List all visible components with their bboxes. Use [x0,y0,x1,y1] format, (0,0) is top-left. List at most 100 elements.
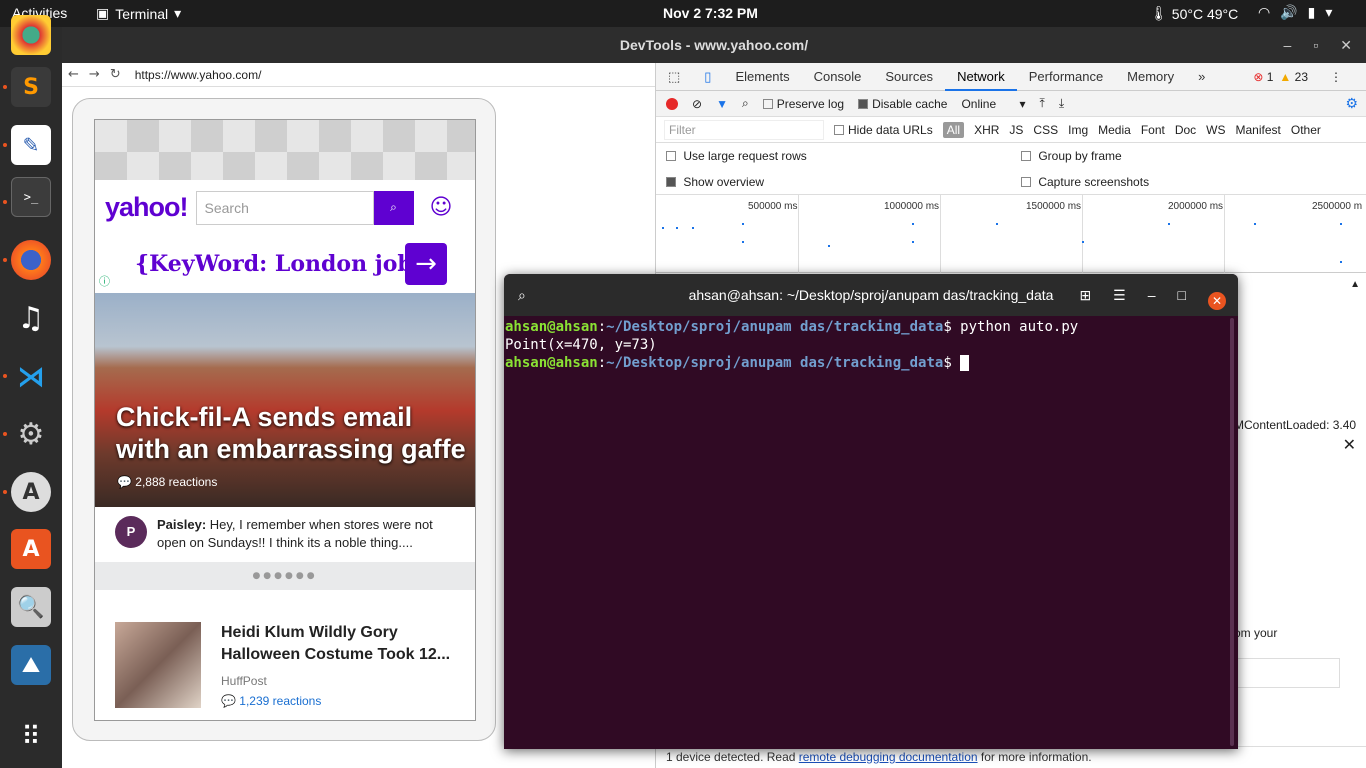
terminal-icon[interactable]: >_ [11,177,51,217]
story-item[interactable]: Heidi Klum Wildly Gory Halloween Costume… [95,590,475,708]
terminal-titlebar[interactable]: ⌕ ahsan@ahsan: ~/Desktop/sproj/anupam da… [504,274,1238,316]
comment-preview[interactable]: P Paisley: Hey, I remember when stores w… [95,507,475,562]
tab-performance[interactable]: Performance [1017,63,1115,91]
search-icon[interactable]: ⌕ [518,274,526,316]
search-icon[interactable]: ⌕ [742,96,749,111]
show-applications-icon[interactable]: ⠿ [11,717,51,757]
capture-screenshots-checkbox[interactable]: Capture screenshots [1021,175,1149,189]
import-har-icon[interactable]: ⤒ [1040,96,1045,111]
software-updater-icon[interactable]: A [11,472,51,512]
ad-banner[interactable]: {KeyWord: London jobs} → ⓘ [99,235,455,293]
hero-title[interactable]: Chick-fil-A sends email with an embarras… [116,401,466,465]
kebab-menu-icon[interactable]: ⋮ [1330,70,1342,84]
type-filter-img[interactable]: Img [1068,123,1088,137]
hero-story[interactable]: Chick-fil-A sends email with an embarras… [95,293,475,507]
type-filter-js[interactable]: JS [1009,123,1023,137]
search-button[interactable]: ⌕ [373,190,414,225]
back-arrow-icon[interactable]: ← [68,67,79,82]
image-viewer-icon[interactable]: ⛰ [11,645,51,685]
hamburger-menu-icon[interactable]: ☰ [1113,274,1126,316]
inspect-element-icon[interactable]: ⬚ [656,63,692,91]
more-tabs-icon[interactable]: » [1186,63,1217,91]
tab-console[interactable]: Console [802,63,874,91]
carousel-dots[interactable]: ●●●●●● [95,562,475,590]
arrow-right-icon[interactable]: → [405,243,447,285]
url-input[interactable]: https://www.yahoo.com/ [135,68,262,82]
terminal-output[interactable]: ahsan@ahsan:~/Desktop/sproj/anupam das/t… [504,316,1238,374]
error-count[interactable]: ⊗ 1 [1253,70,1273,84]
tab-elements[interactable]: Elements [723,63,801,91]
new-tab-icon[interactable]: ⊞ [1079,274,1091,316]
window-titlebar[interactable]: DevTools - www.yahoo.com/ – ▫ ✕ [62,27,1366,63]
close-drawer-icon[interactable]: ✕ [1343,435,1356,455]
hero-reactions[interactable]: 💬 2,888 reactions [117,475,217,489]
type-filter-ws[interactable]: WS [1206,123,1225,137]
throttle-select[interactable]: Online ▾ [961,97,1025,111]
firefox-icon[interactable] [11,240,51,280]
type-filter-all[interactable]: All [942,121,965,138]
export-har-icon[interactable]: ⤓ [1059,96,1064,111]
maximize-icon[interactable]: ▫ [1313,27,1318,63]
type-filter-xhr[interactable]: XHR [974,123,999,137]
type-filter-other[interactable]: Other [1291,123,1321,137]
yahoo-search-input[interactable]: Search [195,190,374,225]
temperature-indicator[interactable]: 🌡 50°C 49°C [1150,5,1238,22]
network-overview-timeline[interactable]: 500000 ms 1000000 ms 1500000 ms 2000000 … [656,195,1366,273]
terminal-window[interactable]: ⌕ ahsan@ahsan: ~/Desktop/sproj/anupam da… [504,274,1238,749]
tab-network[interactable]: Network [945,63,1017,91]
large-rows-checkbox[interactable]: Use large request rows [666,149,807,163]
vscode-icon[interactable]: ⋊ [11,356,51,396]
text-editor-icon[interactable]: ✎ [11,125,51,165]
type-filter-doc[interactable]: Doc [1175,123,1196,137]
drawer-input[interactable] [1234,658,1340,688]
terminal-scrollbar[interactable] [1230,318,1234,746]
group-by-frame-checkbox[interactable]: Group by frame [1021,149,1122,163]
ad-info-icon[interactable]: ⓘ [99,273,110,289]
close-icon[interactable]: ✕ [1340,27,1352,63]
tab-sources[interactable]: Sources [873,63,945,91]
type-filter-css[interactable]: CSS [1033,123,1058,137]
scroll-up-icon[interactable]: ▲ [1350,279,1360,290]
show-overview-checkbox[interactable]: Show overview [666,175,764,189]
reload-icon[interactable]: ↻ [110,67,121,82]
type-filter-manifest[interactable]: Manifest [1236,123,1281,137]
app-menu[interactable]: ▣ Terminal ▾ [96,5,181,22]
network-settings-gear-icon[interactable]: ⚙ [1345,95,1358,112]
device-screen[interactable]: yahoo! Search ⌕ ☺ {KeyWord: London jobs}… [94,119,476,721]
type-filter-media[interactable]: Media [1098,123,1131,137]
tab-memory[interactable]: Memory [1115,63,1186,91]
remote-debugging-link[interactable]: remote debugging documentation [799,750,978,764]
chrome-icon[interactable] [11,15,51,55]
yahoo-logo[interactable]: yahoo! [105,192,189,223]
settings-gear-icon[interactable]: ⚙ [11,414,51,454]
hide-data-urls-checkbox[interactable]: Hide data URLs [834,123,933,137]
maximize-icon[interactable]: □ [1178,274,1186,316]
type-filter-font[interactable]: Font [1141,123,1165,137]
warning-count[interactable]: ▲ 23 [1279,70,1308,84]
sublime-text-icon[interactable]: S [11,67,51,107]
devtools-status-bar: 1 device detected. Read remote debugging… [656,746,1366,768]
battery-icon: ▮ [1307,4,1316,20]
record-icon[interactable] [666,97,678,110]
user-profile-icon[interactable]: ☺ [430,195,453,220]
minimize-icon[interactable]: – [1284,27,1292,63]
system-tray[interactable]: ◠ 🔊 ▮ ▾ [1258,4,1332,21]
music-icon[interactable]: ♫ [11,298,51,338]
story-reactions[interactable]: 💬 1,239 reactions [221,694,455,708]
filter-icon[interactable]: ▼ [716,97,728,111]
disable-cache-checkbox[interactable]: Disable cache [858,97,947,111]
ubuntu-software-icon[interactable]: A [11,529,51,569]
preserve-log-checkbox[interactable]: Preserve log [762,97,844,111]
story-thumbnail[interactable] [115,622,201,708]
chevron-down-icon: ▾ [1325,4,1333,20]
checkbox-unchecked [666,151,676,161]
forward-arrow-icon[interactable]: → [89,67,100,82]
device-toolbar-icon[interactable]: ▯ [692,63,723,91]
screenshot-search-icon[interactable]: 🔍 [11,587,51,627]
story-title[interactable]: Heidi Klum Wildly Gory Halloween Costume… [221,622,455,666]
filter-input[interactable]: Filter [664,119,824,140]
close-icon[interactable]: ✕ [1208,292,1226,310]
clear-icon[interactable]: ⊘ [692,97,702,111]
minimize-icon[interactable]: – [1148,274,1156,316]
clock[interactable]: Nov 2 7:32 PM [663,5,758,21]
